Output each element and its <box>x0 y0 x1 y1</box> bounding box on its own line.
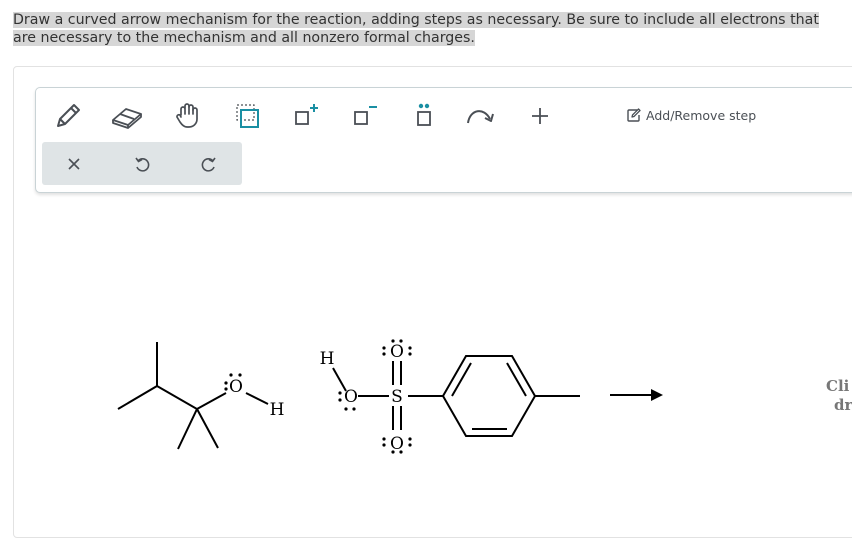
reaction-scheme: O H H O S O O <box>117 339 663 454</box>
reaction-arrow <box>610 389 663 401</box>
hint-text-line1: Cli <box>826 377 850 395</box>
alcohol-oxygen: O <box>229 377 243 397</box>
tsoh-sulfur: S <box>391 387 403 407</box>
tsoh-hydrogen: H <box>320 349 335 369</box>
tsoh-oxygen-oh: O <box>344 387 358 407</box>
tsoh-oxygen-top: O <box>390 342 404 362</box>
hint-text-line2: dr <box>834 396 852 414</box>
alcohol-hydrogen: H <box>270 400 285 420</box>
